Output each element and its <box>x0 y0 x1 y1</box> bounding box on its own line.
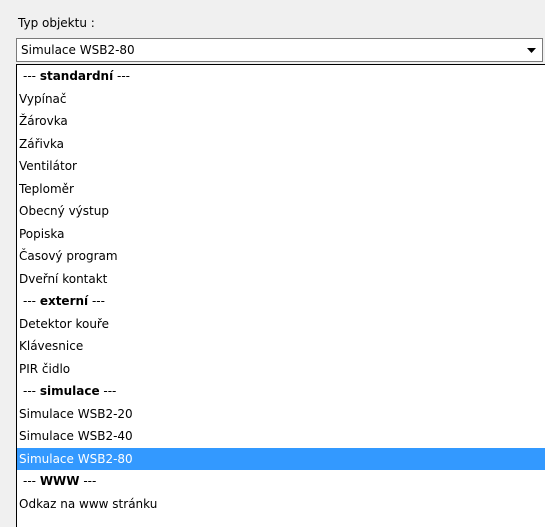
list-item-simulace-wsb2-40[interactable]: Simulace WSB2-40 <box>17 425 545 448</box>
group-header-standardni: --- standardní --- <box>23 69 130 83</box>
group-header-www: --- WWW --- <box>23 474 97 488</box>
list-item-casovy-program[interactable]: Časový program <box>17 245 545 268</box>
list-item-zarivka[interactable]: Zářivka <box>17 133 545 156</box>
list-item-ventilator[interactable]: Ventilátor <box>17 155 545 178</box>
list-item-obecny-vystup[interactable]: Obecný výstup <box>17 200 545 223</box>
list-item-klavesnice[interactable]: Klávesnice <box>17 335 545 358</box>
list-item-dverni-kontakt[interactable]: Dveřní kontakt <box>17 268 545 291</box>
object-type-combobox[interactable]: Simulace WSB2-80 <box>16 38 543 62</box>
list-item-simulace-wsb2-20[interactable]: Simulace WSB2-20 <box>17 403 545 426</box>
list-item-simulace-wsb2-80-selected[interactable]: Simulace WSB2-80 <box>17 447 545 470</box>
list-item-vypinac[interactable]: Vypínač <box>17 88 545 111</box>
list-item-pir-cidlo[interactable]: PIR čidlo <box>17 358 545 381</box>
list-item-teplomer[interactable]: Teploměr <box>17 178 545 201</box>
group-header-simulace: --- simulace --- <box>23 384 117 398</box>
list-item-detektor-koure[interactable]: Detektor kouře <box>17 313 545 336</box>
list-item-zarovka[interactable]: Žárovka <box>17 110 545 133</box>
combobox-value: Simulace WSB2-80 <box>21 43 135 57</box>
object-type-panel: Typ objektu : Simulace WSB2-80 --- stand… <box>0 0 545 527</box>
list-item-popiska[interactable]: Popiska <box>17 223 545 246</box>
object-type-dropdown-list[interactable]: --- standardní --- Vypínač Žárovka Zářiv… <box>16 64 545 527</box>
list-item-odkaz-na-www-stranku[interactable]: Odkaz na www stránku <box>17 493 545 516</box>
group-header-externi: --- externí --- <box>23 294 105 308</box>
dropdown-arrow-icon[interactable] <box>520 39 542 61</box>
object-type-label: Typ objektu : <box>18 16 95 30</box>
